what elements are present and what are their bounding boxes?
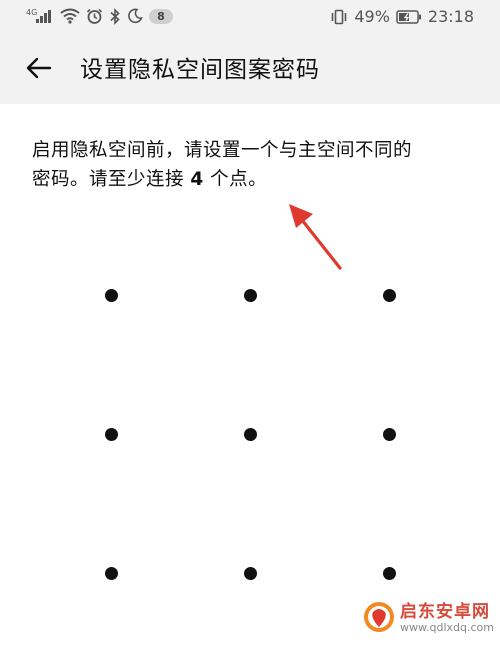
instruction-line-2: 密码。请至少连接 4 个点。 [32, 165, 472, 194]
status-bar: 4G 8 49% 23:18 [0, 0, 500, 36]
bluetooth-icon [109, 7, 121, 25]
app-bar: 设置隐私空间图案密码 [0, 36, 500, 104]
page-title: 设置隐私空间图案密码 [80, 57, 320, 83]
watermark-url: www.qdlxdq.com [400, 621, 494, 635]
moon-icon [127, 8, 143, 24]
battery-icon [396, 10, 422, 24]
pattern-dot-5[interactable] [243, 427, 257, 441]
watermark: 启东安卓网 www.qdlxdq.com [362, 600, 494, 638]
wifi-icon [60, 8, 80, 24]
pattern-dot-3[interactable] [382, 288, 396, 302]
watermark-logo-icon [362, 600, 396, 638]
annotation-arrow-shaft [300, 218, 342, 270]
status-left: 4G 8 [26, 7, 173, 25]
pattern-dot-1[interactable] [104, 288, 118, 302]
annotation-arrow-head [289, 204, 313, 228]
instruction-line-2-prefix: 密码。请至少连接 [32, 169, 191, 190]
instruction-line-2-suffix: 个点。 [203, 169, 268, 190]
pattern-dot-9[interactable] [382, 566, 396, 580]
pattern-dot-2[interactable] [243, 288, 257, 302]
watermark-title: 启东安卓网 [400, 602, 491, 623]
signal-icon: 4G [26, 7, 54, 25]
min-dots-count: 4 [190, 169, 204, 190]
pattern-dot-7[interactable] [104, 566, 118, 580]
network-type: 4G [26, 8, 37, 17]
pattern-dot-4[interactable] [104, 427, 118, 441]
notification-count-badge: 8 [149, 8, 173, 24]
status-right: 49% 23:18 [330, 7, 474, 27]
watermark-text: 启东安卓网 www.qdlxdq.com [400, 602, 494, 635]
annotation-arrow [280, 200, 350, 278]
vibrate-icon [330, 9, 348, 25]
pattern-dot-6[interactable] [382, 427, 396, 441]
battery-percent: 49% [354, 7, 390, 26]
instruction-text: 启用隐私空间前，请设置一个与主空间不同的 密码。请至少连接 4 个点。 [32, 136, 472, 194]
alarm-icon [86, 8, 103, 25]
arrow-left-icon [24, 56, 52, 84]
pattern-dot-8[interactable] [243, 566, 257, 580]
clock: 23:18 [427, 7, 474, 26]
instruction-line-1: 启用隐私空间前，请设置一个与主空间不同的 [32, 140, 413, 161]
back-button[interactable] [18, 54, 58, 86]
